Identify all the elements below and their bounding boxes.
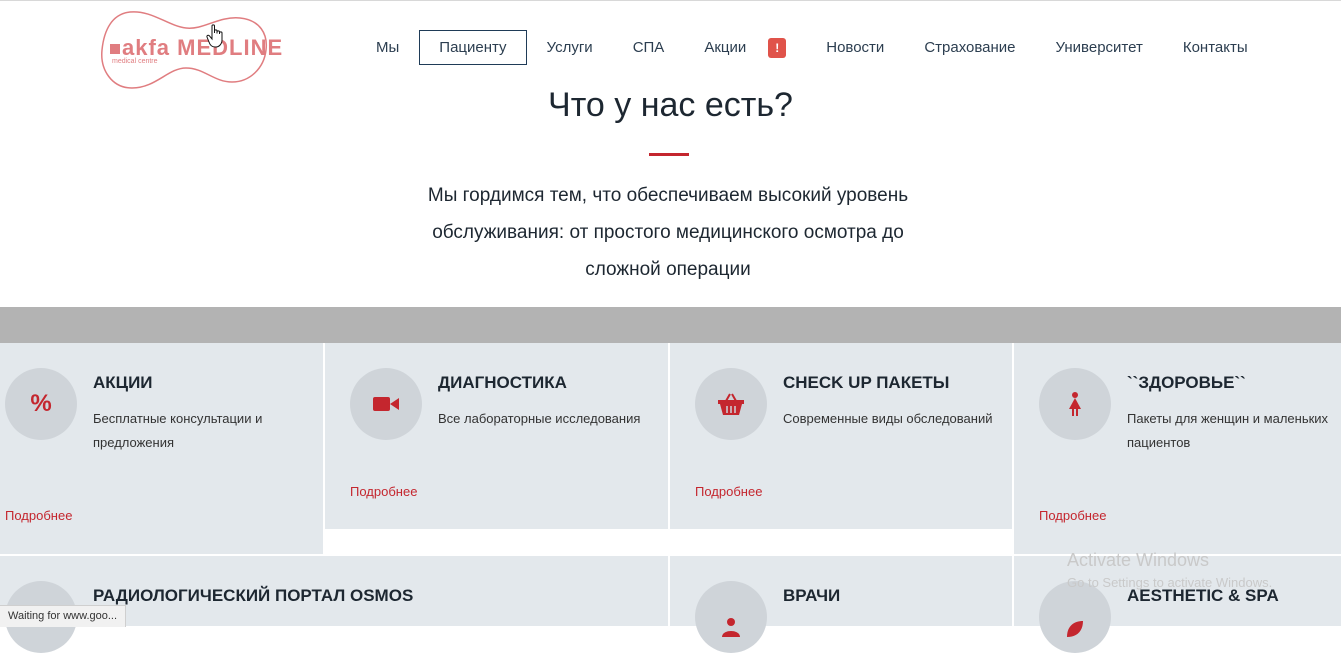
card-title: ДИАГНОСТИКА [438,373,567,392]
nav-label: Новости [826,39,885,56]
nav-item-services[interactable]: Услуги [527,30,613,65]
nav-item-contacts[interactable]: Контакты [1163,30,1268,65]
more-link[interactable]: Подробнее [5,508,72,523]
card-promotions[interactable]: % АКЦИИ Бесплатные консультации и предло… [0,343,323,554]
card-title: ``ЗДОРОВЬЕ`` [1127,373,1246,392]
nav-label: Мы [376,39,400,56]
activate-windows-subtitle: Go to Settings to activate Windows. [1067,575,1273,590]
basket-icon [695,368,767,440]
section-band [0,307,1341,343]
card-title: CHECK UP ПАКЕТЫ [783,373,950,392]
doctor-icon [695,581,767,653]
card-description: Пакеты для женщин и маленьких пациентов [1127,411,1329,450]
nav-label: Университет [1055,39,1143,56]
more-link[interactable]: Подробнее [1039,508,1106,523]
nav-label: Услуги [546,39,593,56]
nav-item-patient[interactable]: Пациенту [419,30,527,65]
nav-item-insurance[interactable]: Страхование [904,30,1035,65]
browser-status-bar: Waiting for www.goo... [0,605,127,627]
card-title: РАДИОЛОГИЧЕСКИЙ ПОРТАЛ OSMOS [93,586,414,605]
nav-item-about[interactable]: Мы [356,30,419,65]
video-camera-icon [350,368,422,440]
card-title: ВРАЧИ [783,586,841,605]
card-diagnostics[interactable]: ДИАГНОСТИКА Все лабораторные исследовани… [325,343,668,529]
nav-item-spa[interactable]: СПА [613,30,685,65]
nav-item-university[interactable]: Университет [1036,30,1163,65]
card-doctors[interactable]: ВРАЧИ [670,556,1012,653]
more-link[interactable]: Подробнее [695,484,762,499]
nav-label: Акции [704,39,747,56]
activate-windows-title: Activate Windows [1067,550,1210,570]
section-title: Что у нас есть? [548,86,793,124]
akfa-medline-logo[interactable]: akfa MEDLINE medical centre [100,10,282,90]
more-link[interactable]: Подробнее [350,484,417,499]
leaf-icon [1039,581,1111,653]
card-checkup[interactable]: CHECK UP ПАКЕТЫ Современные виды обследо… [670,343,1012,529]
female-icon [1039,368,1111,440]
section-subtitle: Мы гордимся тем, что обеспечиваем высоки… [427,185,909,280]
percent-icon: % [5,368,77,440]
alert-badge: ! [768,37,787,58]
title-divider [649,153,689,156]
nav-label: Контакты [1182,39,1248,56]
nav-item-promotions[interactable]: Акции ! [684,30,806,65]
main-nav: Мы Пациенту Услуги СПА Акции ! Новости С… [356,30,1268,65]
hand-cursor-icon [206,24,226,48]
nav-item-news[interactable]: Новости [806,30,904,65]
nav-label: Страхование [924,39,1016,56]
top-border [0,0,1341,1]
nav-label: СПА [632,39,665,56]
card-title: АКЦИИ [93,373,153,392]
card-description: Современные виды обследований [783,411,993,426]
card-health[interactable]: ``ЗДОРОВЬЕ`` Пакеты для женщин и маленьк… [1014,343,1341,554]
logo-subtitle: medical centre [112,58,158,65]
card-description: Все лабораторные исследования [438,411,641,426]
nav-label: Пациенту [439,39,507,56]
card-description: Бесплатные консультации и предложения [93,411,263,450]
